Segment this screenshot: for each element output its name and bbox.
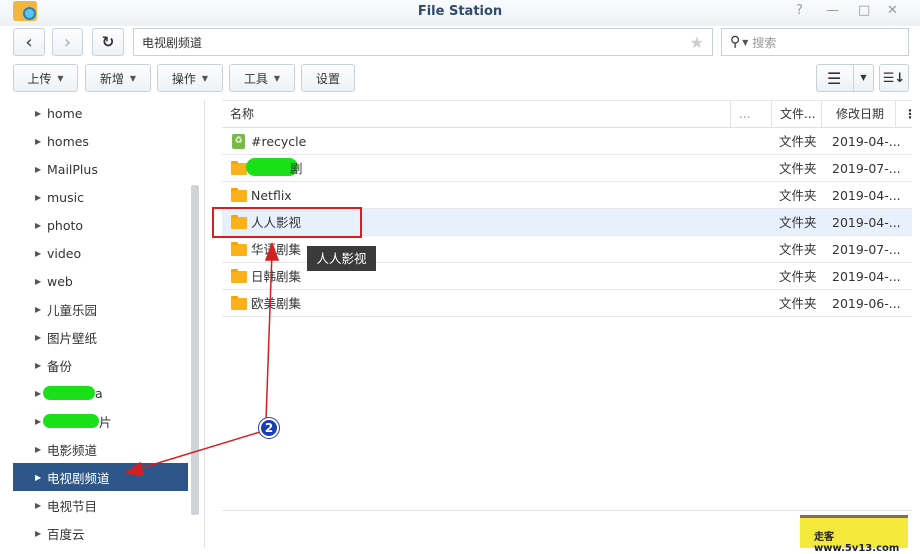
arrowhead <box>123 461 144 476</box>
step-badge: 2 <box>259 418 279 438</box>
watermark: 走客 www.5v13.com <box>800 515 908 554</box>
highlight-box <box>212 207 362 238</box>
annotation-arrows <box>123 241 280 476</box>
arrow-to-sidebar <box>134 431 261 471</box>
arrow-to-file <box>265 251 273 421</box>
arrowhead <box>264 241 280 261</box>
